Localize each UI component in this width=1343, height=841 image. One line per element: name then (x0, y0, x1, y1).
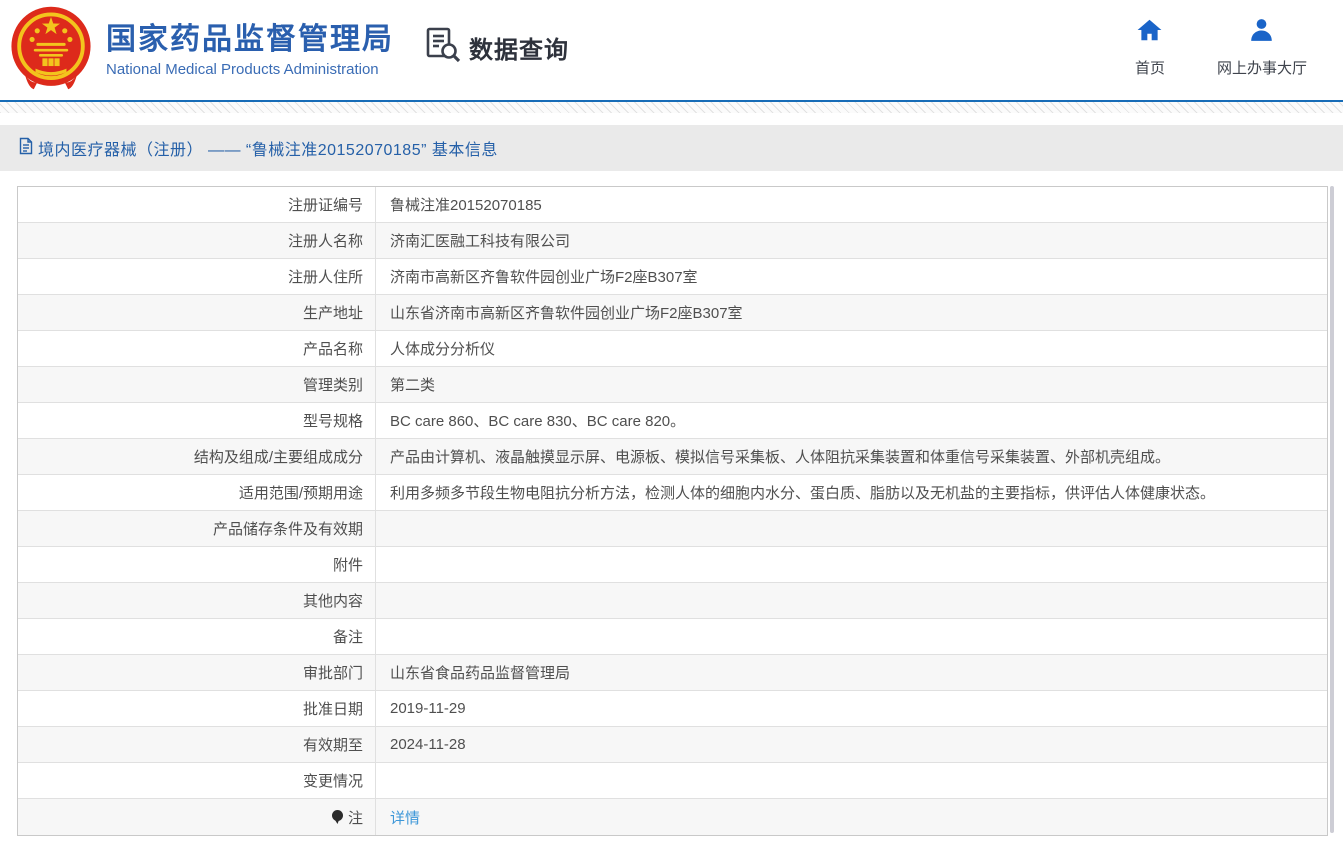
row-label: 批准日期 (18, 691, 376, 726)
data-query-heading: 数据查询 (424, 26, 569, 69)
row-label: 结构及组成/主要组成成分 (18, 439, 376, 474)
table-row: 生产地址 山东省济南市高新区齐鲁软件园创业广场F2座B307室 (18, 295, 1327, 331)
table-row: 变更情况 (18, 763, 1327, 799)
diagonal-stripe-band (0, 102, 1343, 113)
table-row: 其他内容 (18, 583, 1327, 619)
row-label-text: 产品储存条件及有效期 (213, 518, 363, 539)
row-label: 产品名称 (18, 331, 376, 366)
table-row: 注册证编号 鲁械注准20152070185 (18, 187, 1327, 223)
row-label: 审批部门 (18, 655, 376, 690)
row-value: 产品由计算机、液晶触摸显示屏、电源板、模拟信号采集板、人体阻抗采集装置和体重信号… (376, 439, 1327, 474)
row-value: 山东省食品药品监督管理局 (376, 655, 1327, 690)
spacer (0, 113, 1343, 125)
row-label-text: 生产地址 (303, 302, 363, 323)
document-search-icon (424, 26, 462, 69)
row-value: 第二类 (376, 367, 1327, 402)
table-row: 附件 (18, 547, 1327, 583)
table-row: 审批部门 山东省食品药品监督管理局 (18, 655, 1327, 691)
info-table: 注册证编号 鲁械注准20152070185 注册人名称 济南汇医融工科技有限公司 (17, 186, 1328, 836)
row-label: 生产地址 (18, 295, 376, 330)
row-value: 利用多频多节段生物电阻抗分析方法，检测人体的细胞内水分、蛋白质、脂肪以及无机盐的… (376, 475, 1327, 510)
row-value (376, 547, 1327, 582)
row-label: 其他内容 (18, 583, 376, 618)
table-row: 管理类别 第二类 (18, 367, 1327, 403)
bulb-icon (330, 809, 345, 825)
row-label: 适用范围/预期用途 (18, 475, 376, 510)
table-row: 产品储存条件及有效期 (18, 511, 1327, 547)
row-value: 鲁械注准20152070185 (376, 187, 1327, 222)
row-value (376, 583, 1327, 618)
table-row: 批准日期 2019-11-29 (18, 691, 1327, 727)
brand-logo[interactable]: 国家药品监督管理局 National Medical Products Admi… (8, 5, 394, 96)
row-label-text: 有效期至 (303, 734, 363, 755)
page-title: 境内医疗器械（注册） —— “鲁械注准20152070185” 基本信息 (38, 136, 498, 160)
row-label-text: 产品名称 (303, 338, 363, 359)
row-label-text: 结构及组成/主要组成成分 (194, 446, 363, 467)
national-emblem-icon (8, 5, 94, 96)
data-query-label: 数据查询 (469, 30, 569, 65)
row-label-text: 管理类别 (303, 374, 363, 395)
table-row: 产品名称 人体成分分析仪 (18, 331, 1327, 367)
page-header: 国家药品监督管理局 National Medical Products Admi… (0, 0, 1343, 100)
page-icon (18, 137, 34, 160)
row-label: 注 (18, 799, 376, 835)
row-label: 管理类别 (18, 367, 376, 402)
nav-home[interactable]: 首页 (1135, 17, 1165, 78)
row-label-text: 其他内容 (303, 590, 363, 611)
row-label: 产品储存条件及有效期 (18, 511, 376, 546)
table-row: 型号规格 BC care 860、BC care 830、BC care 820… (18, 403, 1327, 439)
row-label: 注册人名称 (18, 223, 376, 258)
row-label-text: 备注 (333, 626, 363, 647)
brand-text: 国家药品监督管理局 National Medical Products Admi… (106, 23, 394, 79)
row-label: 备注 (18, 619, 376, 654)
row-value: 人体成分分析仪 (376, 331, 1327, 366)
table-row: 注册人名称 济南汇医融工科技有限公司 (18, 223, 1327, 259)
row-label-text: 附件 (333, 554, 363, 575)
top-nav: 首页 网上办事大厅 (1135, 17, 1307, 78)
row-label-text: 注 (348, 807, 363, 828)
row-value (376, 511, 1327, 546)
row-label-text: 变更情况 (303, 770, 363, 791)
table-row: 有效期至 2024-11-28 (18, 727, 1327, 763)
section-title-bar: 境内医疗器械（注册） —— “鲁械注准20152070185” 基本信息 (0, 125, 1343, 171)
row-label-text: 批准日期 (303, 698, 363, 719)
row-label-text: 审批部门 (303, 662, 363, 683)
nav-home-label: 首页 (1135, 57, 1165, 78)
brand-name-cn: 国家药品监督管理局 (106, 23, 394, 58)
row-value: 山东省济南市高新区齐鲁软件园创业广场F2座B307室 (376, 295, 1327, 330)
nav-online-service-hall-label: 网上办事大厅 (1217, 57, 1307, 78)
nav-online-service-hall[interactable]: 网上办事大厅 (1217, 17, 1307, 78)
row-label-text: 注册人名称 (288, 230, 363, 251)
details-link[interactable]: 详情 (390, 807, 420, 828)
row-value: BC care 860、BC care 830、BC care 820。 (376, 403, 1327, 438)
row-label-text: 型号规格 (303, 410, 363, 431)
row-label: 变更情况 (18, 763, 376, 798)
row-value: 2024-11-28 (376, 727, 1327, 762)
row-label-text: 注册证编号 (288, 194, 363, 215)
row-value (376, 619, 1327, 654)
row-label: 有效期至 (18, 727, 376, 762)
table-row: 结构及组成/主要组成成分 产品由计算机、液晶触摸显示屏、电源板、模拟信号采集板、… (18, 439, 1327, 475)
row-value: 2019-11-29 (376, 691, 1327, 726)
row-value: 济南市高新区齐鲁软件园创业广场F2座B307室 (376, 259, 1327, 294)
user-icon (1248, 17, 1275, 48)
row-label: 型号规格 (18, 403, 376, 438)
table-row: 注册人住所 济南市高新区齐鲁软件园创业广场F2座B307室 (18, 259, 1327, 295)
home-icon (1136, 17, 1163, 48)
brand-name-en: National Medical Products Administration (106, 61, 394, 78)
row-label: 注册人住所 (18, 259, 376, 294)
row-label: 注册证编号 (18, 187, 376, 222)
row-value: 济南汇医融工科技有限公司 (376, 223, 1327, 258)
row-value (376, 763, 1327, 798)
row-label-text: 适用范围/预期用途 (239, 482, 363, 503)
vertical-scrollbar[interactable] (1330, 186, 1334, 833)
row-label-text: 注册人住所 (288, 266, 363, 287)
table-row: 备注 (18, 619, 1327, 655)
row-label: 附件 (18, 547, 376, 582)
table-row: 适用范围/预期用途 利用多频多节段生物电阻抗分析方法，检测人体的细胞内水分、蛋白… (18, 475, 1327, 511)
spacer (0, 171, 1343, 186)
row-value: 详情 (376, 799, 1327, 835)
table-row: 注 详情 (18, 799, 1327, 835)
